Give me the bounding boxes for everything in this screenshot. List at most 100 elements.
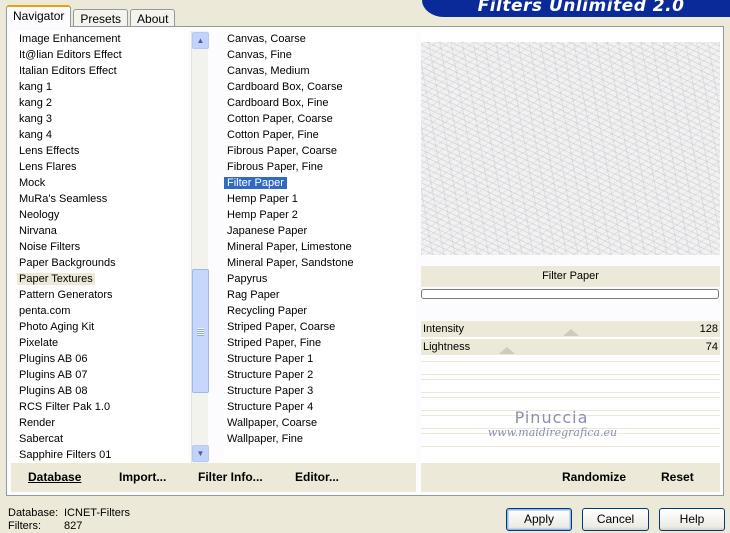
category-item[interactable]: Lens Flares (11, 159, 188, 175)
filter-item[interactable]: Structure Paper 2 (224, 367, 416, 383)
database-status-value: ICNET-Filters (64, 507, 130, 519)
filter-item-label: Recycling Paper (227, 305, 308, 317)
category-item-label: Noise Filters (19, 241, 81, 253)
category-item-label: Image Enhancement (19, 33, 121, 45)
filter-item[interactable]: Rag Paper (224, 287, 416, 303)
filter-item[interactable]: Papyrus (224, 271, 416, 287)
scroll-up-button[interactable]: ▲ (192, 32, 209, 49)
category-item-label: Plugins AB 08 (19, 385, 88, 397)
category-item[interactable]: RCS Filter Pak 1.0 (11, 399, 188, 415)
filter-item[interactable]: Cotton Paper, Coarse (224, 111, 416, 127)
category-item[interactable]: Photo Aging Kit (11, 319, 188, 335)
filter-item-label: Mineral Paper, Sandstone (227, 257, 354, 269)
category-item[interactable]: Render (11, 415, 188, 431)
filter-item[interactable]: Japanese Paper (224, 223, 416, 239)
cancel-button[interactable]: Cancel (582, 508, 649, 531)
import-link[interactable]: Import... (119, 470, 166, 485)
filter-item[interactable]: Canvas, Medium (224, 63, 416, 79)
editor-link[interactable]: Editor... (295, 470, 339, 485)
category-item[interactable]: Noise Filters (11, 239, 188, 255)
category-item[interactable]: Mock (11, 175, 188, 191)
filter-item[interactable]: Recycling Paper (224, 303, 416, 319)
category-item[interactable]: Image Enhancement (11, 31, 188, 47)
filter-item-label: Cotton Paper, Fine (227, 129, 319, 141)
filter-item-label: Fibrous Paper, Fine (227, 161, 323, 173)
filter-item[interactable]: Wallpaper, Coarse (224, 415, 416, 431)
filter-info-link[interactable]: Filter Info... (198, 470, 263, 485)
slider-thumb[interactable] (499, 347, 515, 354)
filter-item[interactable]: Canvas, Fine (224, 47, 416, 63)
category-item[interactable]: kang 3 (11, 111, 188, 127)
category-item[interactable]: MuRa's Seamless (11, 191, 188, 207)
category-item[interactable]: Pixelate (11, 335, 188, 351)
filters-status-label: Filters: (8, 520, 41, 532)
randomize-link[interactable]: Randomize (562, 470, 626, 485)
category-item[interactable]: Plugins AB 07 (11, 367, 188, 383)
scroll-thumb[interactable] (192, 269, 209, 393)
left-action-bar: Database Import... Filter Info... Editor… (11, 463, 416, 492)
filter-item[interactable]: Structure Paper 3 (224, 383, 416, 399)
filter-item[interactable]: Canvas, Coarse (224, 31, 416, 47)
preview-image[interactable] (421, 42, 720, 255)
help-button[interactable]: Help (659, 508, 725, 531)
filter-item[interactable]: Mineral Paper, Limestone (224, 239, 416, 255)
tab-presets[interactable]: Presets (73, 9, 129, 27)
category-item[interactable]: penta.com (11, 303, 188, 319)
filter-item[interactable]: Filter Paper (224, 175, 416, 191)
category-item[interactable]: kang 1 (11, 79, 188, 95)
tab-navigator[interactable]: Navigator (6, 5, 72, 27)
category-item[interactable]: Paper Backgrounds (11, 255, 188, 271)
category-item[interactable]: Pattern Generators (11, 287, 188, 303)
category-item-label: Render (19, 417, 56, 429)
filter-item[interactable]: Cardboard Box, Fine (224, 95, 416, 111)
category-item[interactable]: kang 2 (11, 95, 188, 111)
filter-item[interactable]: Striped Paper, Coarse (224, 319, 416, 335)
filter-item[interactable]: Cotton Paper, Fine (224, 127, 416, 143)
category-item[interactable]: Nirvana (11, 223, 188, 239)
category-item[interactable]: Paper Textures (11, 271, 188, 287)
database-link[interactable]: Database (28, 470, 81, 485)
category-item-label: Nirvana (19, 225, 57, 237)
filter-item[interactable]: Mineral Paper, Sandstone (224, 255, 416, 271)
slider-thumb[interactable] (563, 329, 579, 336)
category-item-label: MuRa's Seamless (19, 193, 108, 205)
tab-bar: Navigator Presets About (6, 5, 177, 27)
filter-item[interactable]: Cardboard Box, Coarse (224, 79, 416, 95)
reset-link[interactable]: Reset (661, 470, 694, 485)
category-item-label: Mock (19, 177, 46, 189)
filter-item[interactable]: Structure Paper 1 (224, 351, 416, 367)
filter-item[interactable]: Hemp Paper 1 (224, 191, 416, 207)
filters-status-value: 827 (64, 520, 83, 532)
param-row-lightness[interactable]: Lightness 74 (421, 339, 720, 355)
tab-about[interactable]: About (130, 9, 176, 27)
param-row-empty (421, 361, 720, 375)
category-item[interactable]: It@lian Editors Effect (11, 47, 188, 63)
param-row-intensity[interactable]: Intensity 128 (421, 321, 720, 337)
category-list[interactable]: Image Enhancement It@lian Editors Effect I… (11, 31, 188, 463)
param-row-empty (421, 379, 720, 393)
category-item-label: Sabercat (19, 433, 64, 445)
param-label: Intensity (423, 323, 464, 335)
filter-item[interactable]: Striped Paper, Fine (224, 335, 416, 351)
filter-item-label: Cotton Paper, Coarse (227, 113, 333, 125)
filter-list[interactable]: Canvas, Coarse Canvas, Fine Canvas, Medium… (224, 31, 416, 463)
filter-item[interactable]: Structure Paper 4 (224, 399, 416, 415)
filter-item[interactable]: Fibrous Paper, Fine (224, 159, 416, 175)
grip-icon (197, 328, 204, 336)
category-scrollbar[interactable]: ▲ ▼ (191, 31, 209, 463)
param-value: 74 (705, 341, 718, 353)
filter-item-label: Filter Paper (224, 177, 287, 189)
category-item[interactable]: Sabercat (11, 431, 188, 447)
category-item[interactable]: Sapphire Filters 01 (11, 447, 188, 463)
category-item[interactable]: Neology (11, 207, 188, 223)
filter-item[interactable]: Fibrous Paper, Coarse (224, 143, 416, 159)
category-item[interactable]: Lens Effects (11, 143, 188, 159)
category-item[interactable]: Italian Editors Effect (11, 63, 188, 79)
category-item[interactable]: Plugins AB 08 (11, 383, 188, 399)
apply-button[interactable]: Apply (506, 508, 572, 531)
filter-item[interactable]: Wallpaper, Fine (224, 431, 416, 447)
filter-item[interactable]: Hemp Paper 2 (224, 207, 416, 223)
category-item[interactable]: kang 4 (11, 127, 188, 143)
category-item[interactable]: Plugins AB 06 (11, 351, 188, 367)
scroll-down-button[interactable]: ▼ (192, 445, 209, 462)
